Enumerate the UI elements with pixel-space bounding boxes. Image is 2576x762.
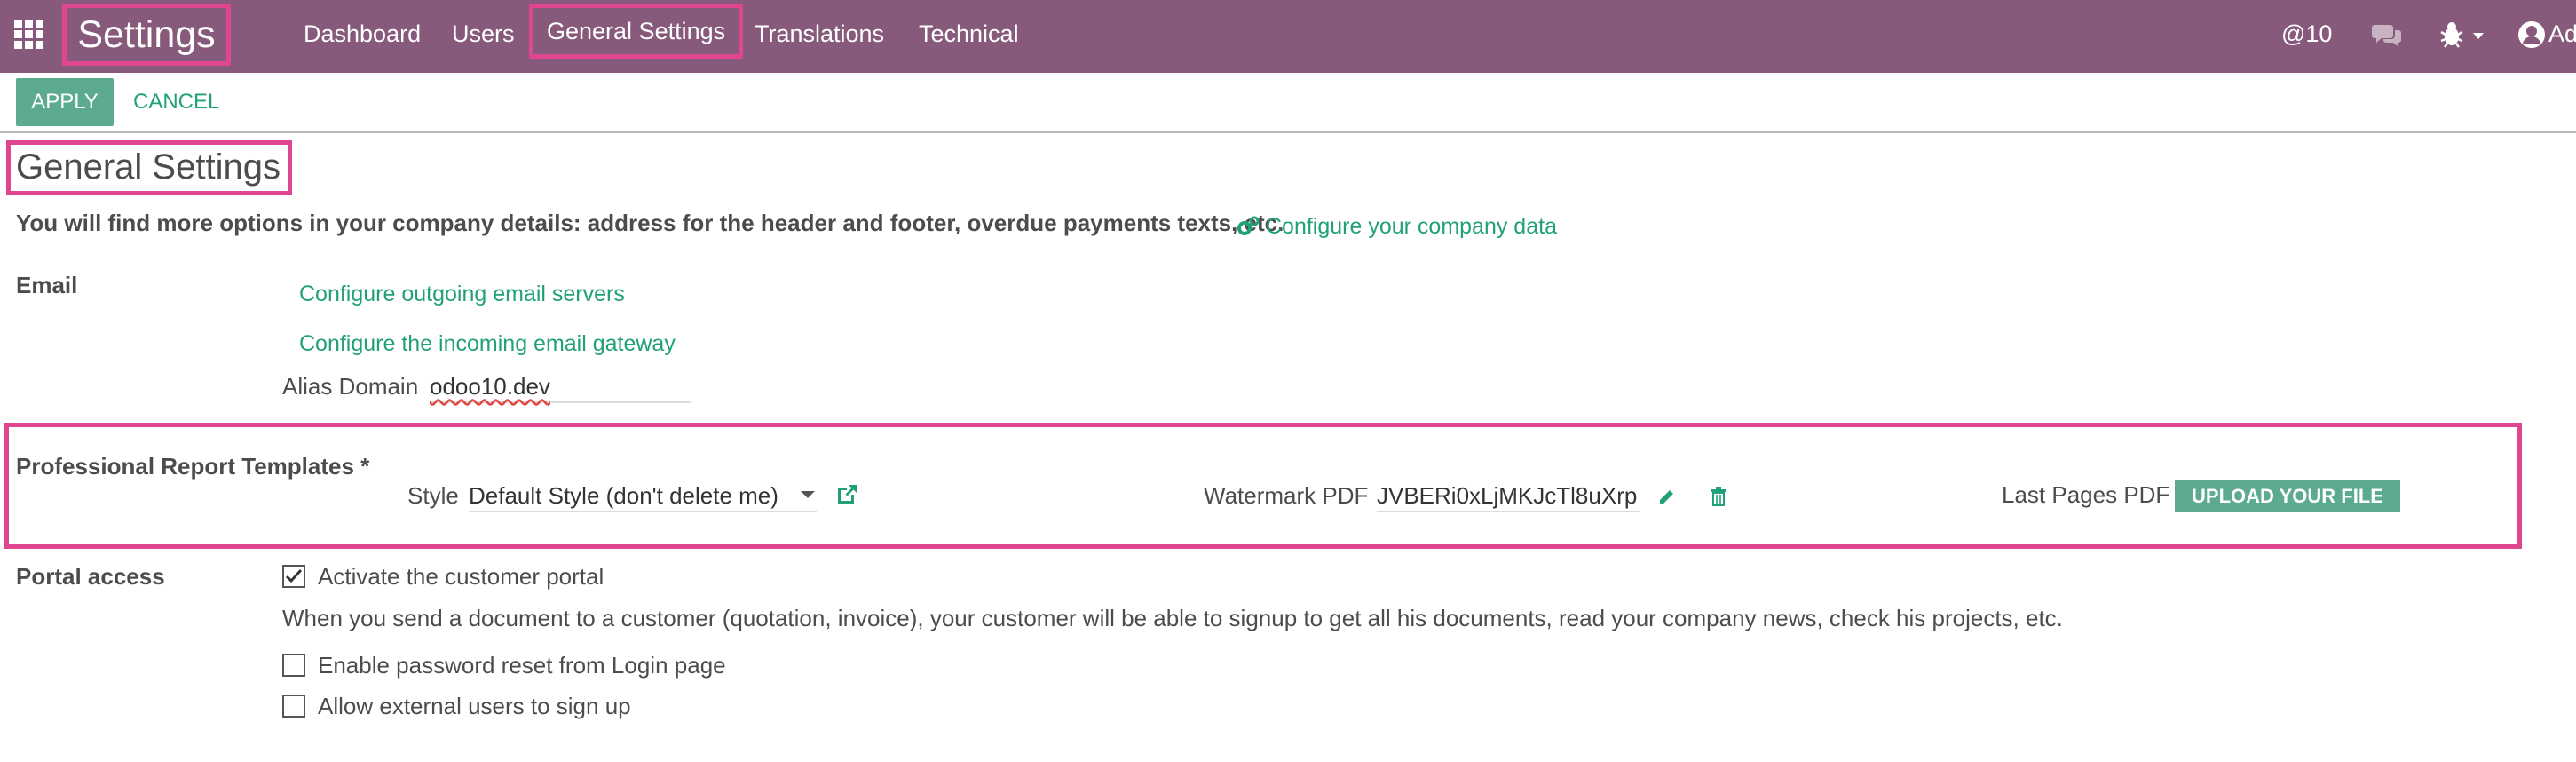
gears-icon xyxy=(1236,215,1260,238)
intro-text: You will find more options in your compa… xyxy=(16,210,1284,236)
activate-portal-checkbox[interactable] xyxy=(282,565,305,588)
control-panel-divider xyxy=(0,131,2576,133)
app-title: Settings xyxy=(62,4,231,66)
report-templates-label: Professional Report Templates * xyxy=(16,453,370,480)
outgoing-email-servers-link[interactable]: Configure outgoing email servers xyxy=(299,279,625,309)
menu-technical[interactable]: Technical xyxy=(919,0,1019,67)
page-title: General Settings xyxy=(16,147,281,187)
debug-bug-icon[interactable] xyxy=(2439,20,2487,50)
watermark-label: Watermark PDF xyxy=(1204,482,1369,509)
upload-file-button[interactable]: UPLOAD YOUR FILE xyxy=(2175,480,2400,512)
portal-description: When you send a document to a customer (… xyxy=(282,605,2063,631)
style-label: Style xyxy=(407,482,459,509)
incoming-email-gateway-link[interactable]: Configure the incoming email gateway xyxy=(299,329,676,359)
alias-domain-input[interactable]: odoo10.dev xyxy=(430,371,691,403)
menu-translations[interactable]: Translations xyxy=(755,0,884,67)
alias-domain-label: Alias Domain xyxy=(282,373,419,400)
alias-domain-value: odoo10.dev xyxy=(430,373,550,400)
external-link-icon[interactable] xyxy=(834,482,859,507)
watermark-value: JVBERi0xLjMKJcTl8uXrp xyxy=(1377,482,1638,509)
password-reset-checkbox[interactable] xyxy=(282,654,305,677)
email-section-label: Email xyxy=(16,272,78,298)
password-reset-label: Enable password reset from Login page xyxy=(318,652,726,679)
portal-access-label: Portal access xyxy=(16,563,165,590)
mentions-counter[interactable]: @10 xyxy=(2281,0,2332,67)
chevron-down-icon[interactable] xyxy=(799,488,817,501)
edit-pencil-icon[interactable] xyxy=(1657,487,1677,506)
activate-portal-label: Activate the customer portal xyxy=(318,563,604,590)
user-name[interactable]: Ad xyxy=(2548,0,2576,67)
last-pages-label: Last Pages PDF xyxy=(2002,481,2170,508)
external-signup-checkbox[interactable] xyxy=(282,695,305,718)
style-select[interactable]: Default Style (don't delete me) xyxy=(469,480,817,512)
watermark-field: JVBERi0xLjMKJcTl8uXrp xyxy=(1377,480,1640,512)
cancel-button[interactable]: CANCEL xyxy=(133,78,219,126)
checkmark-icon xyxy=(285,568,303,583)
style-select-value: Default Style (don't delete me) xyxy=(469,482,778,509)
external-signup-label: Allow external users to sign up xyxy=(318,693,631,719)
user-avatar[interactable] xyxy=(2517,20,2546,50)
apply-button[interactable]: APPLY xyxy=(16,78,114,126)
menu-users[interactable]: Users xyxy=(452,0,515,67)
menu-general-settings[interactable]: General Settings xyxy=(529,4,744,59)
trash-icon[interactable] xyxy=(1710,486,1727,507)
chat-icon[interactable] xyxy=(2372,21,2402,48)
apps-menu-icon[interactable] xyxy=(12,18,46,52)
menu-dashboard[interactable]: Dashboard xyxy=(304,0,421,67)
configure-company-link[interactable]: Configure your company data xyxy=(1266,211,1557,242)
